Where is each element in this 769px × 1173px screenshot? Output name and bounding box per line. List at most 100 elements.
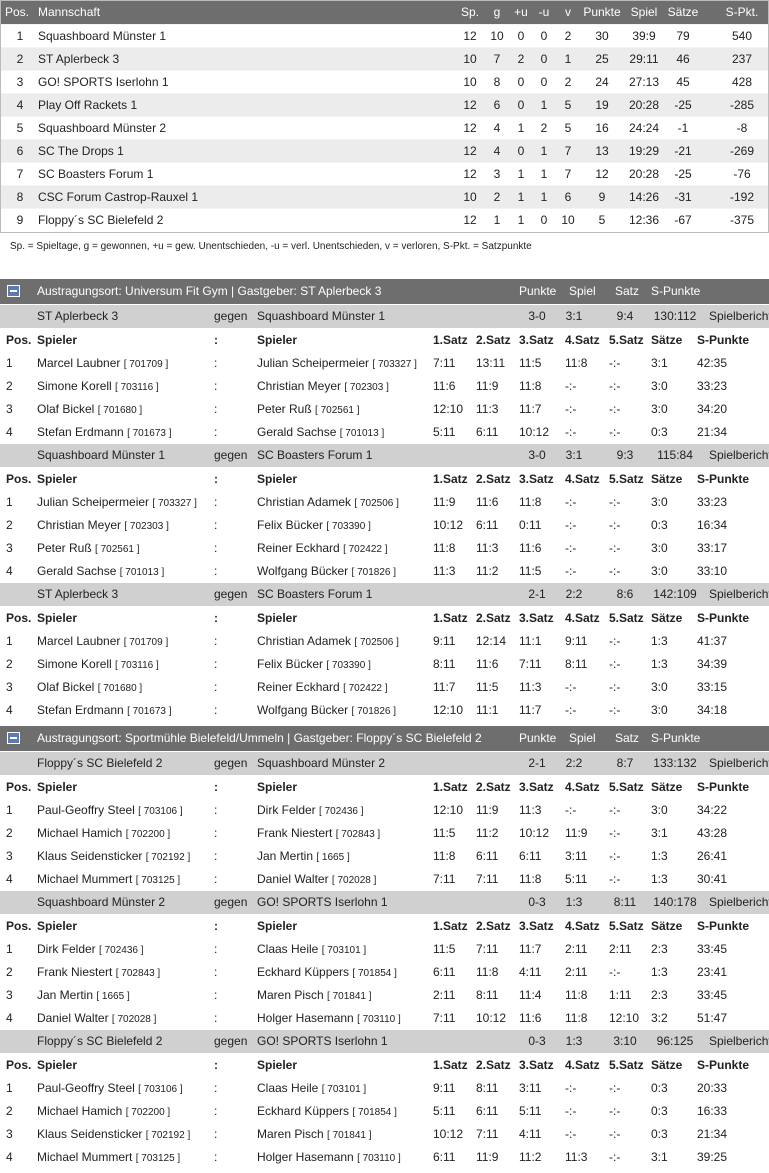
player-name[interactable]: Michael Mummert xyxy=(37,1150,132,1164)
row-team-link[interactable]: SC Boasters Forum 1 xyxy=(38,163,153,185)
row-team-link[interactable]: SC The Drops 1 xyxy=(38,140,124,162)
game-player-away[interactable]: Daniel Walter [ 702028 ] xyxy=(257,868,376,891)
game-player-home[interactable]: Klaus Seidensticker [ 702192 ] xyxy=(37,1123,190,1146)
player-name[interactable]: Olaf Bickel xyxy=(37,680,94,694)
row-team-link[interactable]: CSC Forum Castrop-Rauxel 1 xyxy=(38,186,198,208)
player-name[interactable]: Olaf Bickel xyxy=(37,402,94,416)
player-name[interactable]: Dirk Felder xyxy=(257,803,316,817)
player-name[interactable]: Wolfgang Bücker xyxy=(257,703,348,717)
game-player-home[interactable]: Michael Hamich [ 702200 ] xyxy=(37,822,170,845)
game-player-home[interactable]: Paul-Geoffry Steel [ 703106 ] xyxy=(37,799,183,822)
match-report-link[interactable]: Spielbericht xyxy=(709,891,769,914)
game-player-home[interactable]: Michael Hamich [ 702200 ] xyxy=(37,1100,170,1123)
game-player-home[interactable]: Simone Korell [ 703116 ] xyxy=(37,375,159,398)
row-team-link[interactable]: GO! SPORTS Iserlohn 1 xyxy=(38,71,169,93)
player-name[interactable]: Maren Pisch xyxy=(257,1127,324,1141)
player-name[interactable]: Jan Mertin xyxy=(257,849,313,863)
game-player-away[interactable]: Eckhard Küppers [ 701854 ] xyxy=(257,961,397,984)
player-name[interactable]: Christian Meyer xyxy=(37,518,121,532)
game-player-away[interactable]: Christian Meyer [ 702303 ] xyxy=(257,375,389,398)
game-player-home[interactable]: Daniel Walter [ 702028 ] xyxy=(37,1007,156,1030)
game-player-away[interactable]: Dirk Felder [ 702436 ] xyxy=(257,799,364,822)
game-player-home[interactable]: Stefan Erdmann [ 701673 ] xyxy=(37,699,172,722)
game-player-home[interactable]: Olaf Bickel [ 701680 ] xyxy=(37,398,142,421)
player-name[interactable]: Marcel Laubner xyxy=(37,634,120,648)
game-player-home[interactable]: Michael Mummert [ 703125 ] xyxy=(37,868,180,891)
game-player-home[interactable]: Christian Meyer [ 702303 ] xyxy=(37,514,169,537)
player-name[interactable]: Klaus Seidensticker xyxy=(37,1127,142,1141)
player-name[interactable]: Paul-Geoffry Steel xyxy=(37,803,135,817)
game-player-away[interactable]: Maren Pisch [ 701841 ] xyxy=(257,1123,372,1146)
player-name[interactable]: Felix Bücker xyxy=(257,518,323,532)
game-player-home[interactable]: Marcel Laubner [ 701709 ] xyxy=(37,352,168,375)
row-team-link[interactable]: Play Off Rackets 1 xyxy=(38,94,137,116)
row-team-link[interactable]: Squashboard Münster 2 xyxy=(38,117,166,139)
player-name[interactable]: Simone Korell xyxy=(37,379,112,393)
player-name[interactable]: Michael Mummert xyxy=(37,872,132,886)
game-player-home[interactable]: Simone Korell [ 703116 ] xyxy=(37,653,159,676)
player-name[interactable]: Christian Adamek xyxy=(257,634,351,648)
player-name[interactable]: Daniel Walter xyxy=(37,1011,109,1025)
player-name[interactable]: Claas Heile xyxy=(257,1081,318,1095)
game-player-home[interactable]: Klaus Seidensticker [ 702192 ] xyxy=(37,845,190,868)
game-player-away[interactable]: Christian Adamek [ 702506 ] xyxy=(257,630,399,653)
player-name[interactable]: Julian Scheipermeier xyxy=(257,356,369,370)
player-name[interactable]: Claas Heile xyxy=(257,942,318,956)
game-player-away[interactable]: Jan Mertin [ 1665 ] xyxy=(257,845,350,868)
player-name[interactable]: Christian Adamek xyxy=(257,495,351,509)
player-name[interactable]: Eckhard Küppers xyxy=(257,1104,349,1118)
player-name[interactable]: Holger Hasemann xyxy=(257,1150,354,1164)
player-name[interactable]: Wolfgang Bücker xyxy=(257,564,348,578)
player-name[interactable]: Daniel Walter xyxy=(257,872,329,886)
game-player-home[interactable]: Peter Ruß [ 702561 ] xyxy=(37,537,140,560)
game-player-home[interactable]: Julian Scheipermeier [ 703327 ] xyxy=(37,491,197,514)
game-player-away[interactable]: Julian Scheipermeier [ 703327 ] xyxy=(257,352,417,375)
player-name[interactable]: Peter Ruß xyxy=(37,541,92,555)
player-name[interactable]: Reiner Eckhard xyxy=(257,541,340,555)
game-player-away[interactable]: Reiner Eckhard [ 702422 ] xyxy=(257,537,388,560)
player-name[interactable]: Peter Ruß xyxy=(257,402,312,416)
player-name[interactable]: Marcel Laubner xyxy=(37,356,120,370)
game-player-home[interactable]: Gerald Sachse [ 701013 ] xyxy=(37,560,164,583)
game-player-away[interactable]: Claas Heile [ 703101 ] xyxy=(257,1077,366,1100)
match-report-link[interactable]: Spielbericht xyxy=(709,752,769,775)
player-name[interactable]: Paul-Geoffry Steel xyxy=(37,1081,135,1095)
game-player-home[interactable]: Dirk Felder [ 702436 ] xyxy=(37,938,144,961)
player-name[interactable]: Frank Niestert xyxy=(257,826,332,840)
game-player-away[interactable]: Wolfgang Bücker [ 701826 ] xyxy=(257,560,396,583)
game-player-away[interactable]: Claas Heile [ 703101 ] xyxy=(257,938,366,961)
player-name[interactable]: Felix Bücker xyxy=(257,657,323,671)
game-player-away[interactable]: Felix Bücker [ 703390 ] xyxy=(257,653,371,676)
player-name[interactable]: Simone Korell xyxy=(37,657,112,671)
player-name[interactable]: Michael Hamich xyxy=(37,826,122,840)
game-player-away[interactable]: Peter Ruß [ 702561 ] xyxy=(257,398,360,421)
game-player-away[interactable]: Holger Hasemann [ 703110 ] xyxy=(257,1007,401,1030)
player-name[interactable]: Stefan Erdmann xyxy=(37,703,124,717)
game-player-away[interactable]: Holger Hasemann [ 703110 ] xyxy=(257,1146,401,1169)
game-player-away[interactable]: Gerald Sachse [ 701013 ] xyxy=(257,421,384,444)
game-player-home[interactable]: Jan Mertin [ 1665 ] xyxy=(37,984,130,1007)
game-player-away[interactable]: Christian Adamek [ 702506 ] xyxy=(257,491,399,514)
player-name[interactable]: Christian Meyer xyxy=(257,379,341,393)
game-player-home[interactable]: Olaf Bickel [ 701680 ] xyxy=(37,676,142,699)
game-player-away[interactable]: Eckhard Küppers [ 701854 ] xyxy=(257,1100,397,1123)
match-report-link[interactable]: Spielbericht xyxy=(709,444,769,467)
player-name[interactable]: Stefan Erdmann xyxy=(37,425,124,439)
game-player-home[interactable]: Michael Mummert [ 703125 ] xyxy=(37,1146,180,1169)
game-player-away[interactable]: Frank Niestert [ 702843 ] xyxy=(257,822,380,845)
game-player-away[interactable]: Maren Pisch [ 701841 ] xyxy=(257,984,372,1007)
game-player-home[interactable]: Paul-Geoffry Steel [ 703106 ] xyxy=(37,1077,183,1100)
player-name[interactable]: Gerald Sachse xyxy=(257,425,336,439)
player-name[interactable]: Klaus Seidensticker xyxy=(37,849,142,863)
game-player-home[interactable]: Marcel Laubner [ 701709 ] xyxy=(37,630,168,653)
game-player-home[interactable]: Frank Niestert [ 702843 ] xyxy=(37,961,160,984)
game-player-away[interactable]: Reiner Eckhard [ 702422 ] xyxy=(257,676,388,699)
player-name[interactable]: Jan Mertin xyxy=(37,988,93,1002)
collapse-icon[interactable] xyxy=(7,732,20,744)
game-player-away[interactable]: Wolfgang Bücker [ 701826 ] xyxy=(257,699,396,722)
player-name[interactable]: Gerald Sachse xyxy=(37,564,116,578)
player-name[interactable]: Michael Hamich xyxy=(37,1104,122,1118)
row-team-link[interactable]: Floppy´s SC Bielefeld 2 xyxy=(38,209,163,232)
game-player-home[interactable]: Stefan Erdmann [ 701673 ] xyxy=(37,421,172,444)
row-team-link[interactable]: ST Aplerbeck 3 xyxy=(38,48,119,70)
